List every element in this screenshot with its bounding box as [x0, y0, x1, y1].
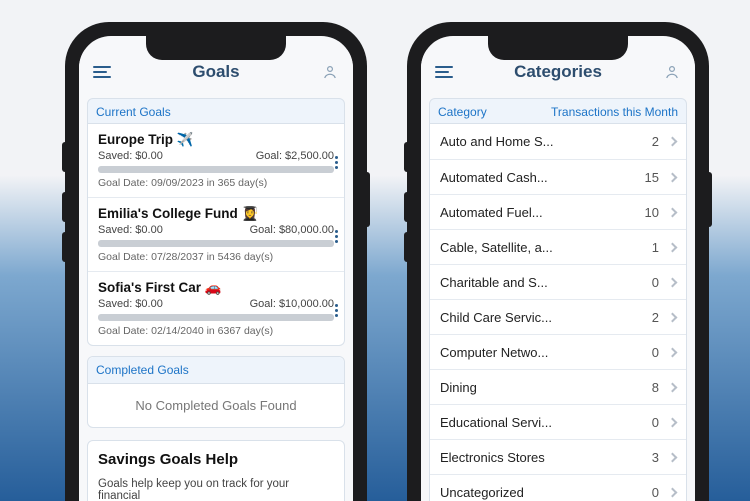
- chevron-right-icon: [668, 242, 678, 252]
- category-row[interactable]: Educational Servi... 0: [430, 404, 686, 439]
- completed-goals-header: Completed Goals: [88, 357, 344, 384]
- goal-target: Goal: $2,500.00: [256, 150, 334, 162]
- phone-categories: Categories Category Transactions this Mo…: [407, 22, 709, 501]
- category-count: 8: [652, 380, 659, 395]
- chevron-right-icon: [668, 487, 678, 497]
- goal-progress-bar: [98, 240, 334, 247]
- category-name: Cable, Satellite, a...: [440, 240, 652, 255]
- col-transactions: Transactions this Month: [551, 105, 678, 119]
- category-count: 1: [652, 240, 659, 255]
- category-count: 10: [645, 205, 659, 220]
- category-count: 0: [652, 345, 659, 360]
- category-row[interactable]: Automated Cash... 15: [430, 159, 686, 194]
- category-row[interactable]: Auto and Home S... 2: [430, 124, 686, 159]
- chevron-right-icon: [668, 207, 678, 217]
- help-card: Savings Goals Help Goals help keep you o…: [87, 440, 345, 501]
- phone-goals: Goals Current Goals Europe Trip ✈️ Saved…: [65, 22, 367, 501]
- category-name: Electronics Stores: [440, 450, 652, 465]
- category-row[interactable]: Automated Fuel... 10: [430, 194, 686, 229]
- content-goals: Current Goals Europe Trip ✈️ Saved: $0.0…: [79, 94, 353, 501]
- chevron-right-icon: [668, 382, 678, 392]
- chevron-right-icon: [668, 137, 678, 147]
- profile-icon[interactable]: [321, 63, 339, 81]
- goal-title: Europe Trip ✈️: [98, 132, 334, 148]
- category-name: Computer Netwo...: [440, 345, 652, 360]
- categories-list: Auto and Home S... 2 Automated Cash... 1…: [429, 124, 687, 501]
- goal-target: Goal: $80,000.00: [250, 224, 334, 236]
- goal-date: Goal Date: 07/28/2037 in 5436 day(s): [98, 251, 334, 263]
- screen-goals: Goals Current Goals Europe Trip ✈️ Saved…: [79, 36, 353, 501]
- goal-date: Goal Date: 02/14/2040 in 6367 day(s): [98, 325, 334, 337]
- chevron-right-icon: [668, 172, 678, 182]
- menu-icon[interactable]: [435, 66, 453, 78]
- category-name: Charitable and S...: [440, 275, 652, 290]
- category-name: Educational Servi...: [440, 415, 652, 430]
- category-row[interactable]: Dining 8: [430, 369, 686, 404]
- chevron-right-icon: [668, 417, 678, 427]
- category-name: Automated Cash...: [440, 170, 645, 185]
- notch: [488, 36, 628, 60]
- category-name: Child Care Servic...: [440, 310, 652, 325]
- goal-saved: Saved: $0.00: [98, 298, 163, 310]
- category-name: Uncategorized: [440, 485, 652, 500]
- category-row[interactable]: Electronics Stores 3: [430, 439, 686, 474]
- goal-item[interactable]: Sofia's First Car 🚗 Saved: $0.00 Goal: $…: [88, 271, 344, 345]
- category-count: 2: [652, 134, 659, 149]
- completed-goals-card: Completed Goals No Completed Goals Found: [87, 356, 345, 428]
- completed-goals-empty: No Completed Goals Found: [88, 384, 344, 427]
- notch: [146, 36, 286, 60]
- category-count: 0: [652, 485, 659, 500]
- goal-target: Goal: $10,000.00: [250, 298, 334, 310]
- goal-item[interactable]: Emilia's College Fund 👩‍🎓 Saved: $0.00 G…: [88, 197, 344, 271]
- chevron-right-icon: [668, 312, 678, 322]
- chevron-right-icon: [668, 347, 678, 357]
- menu-icon[interactable]: [93, 66, 111, 78]
- category-row[interactable]: Child Care Servic... 2: [430, 299, 686, 334]
- kebab-icon[interactable]: [331, 300, 342, 321]
- current-goals-header: Current Goals: [87, 98, 345, 124]
- category-count: 0: [652, 275, 659, 290]
- current-goals-list: Europe Trip ✈️ Saved: $0.00 Goal: $2,500…: [87, 124, 345, 346]
- category-count: 3: [652, 450, 659, 465]
- goal-title: Emilia's College Fund 👩‍🎓: [98, 206, 334, 222]
- category-row[interactable]: Computer Netwo... 0: [430, 334, 686, 369]
- goal-saved: Saved: $0.00: [98, 150, 163, 162]
- profile-icon[interactable]: [663, 63, 681, 81]
- kebab-icon[interactable]: [331, 152, 342, 173]
- chevron-right-icon: [668, 277, 678, 287]
- category-count: 2: [652, 310, 659, 325]
- content-categories: Category Transactions this Month Auto an…: [421, 94, 695, 501]
- goal-progress-bar: [98, 166, 334, 173]
- goal-saved: Saved: $0.00: [98, 224, 163, 236]
- category-count: 15: [645, 170, 659, 185]
- help-title: Savings Goals Help: [98, 451, 334, 468]
- category-row[interactable]: Uncategorized 0: [430, 474, 686, 501]
- kebab-icon[interactable]: [331, 226, 342, 247]
- category-count: 0: [652, 415, 659, 430]
- col-category: Category: [438, 105, 487, 119]
- goal-item[interactable]: Europe Trip ✈️ Saved: $0.00 Goal: $2,500…: [88, 124, 344, 197]
- chevron-right-icon: [668, 452, 678, 462]
- page-title: Categories: [514, 62, 602, 82]
- category-row[interactable]: Charitable and S... 0: [430, 264, 686, 299]
- goal-date: Goal Date: 09/09/2023 in 365 day(s): [98, 177, 334, 189]
- goal-title: Sofia's First Car 🚗: [98, 280, 334, 296]
- category-name: Auto and Home S...: [440, 134, 652, 149]
- page-title: Goals: [192, 62, 239, 82]
- screen-categories: Categories Category Transactions this Mo…: [421, 36, 695, 501]
- category-name: Dining: [440, 380, 652, 395]
- categories-header-row: Category Transactions this Month: [429, 98, 687, 124]
- category-row[interactable]: Cable, Satellite, a... 1: [430, 229, 686, 264]
- help-text: Goals help keep you on track for your fi…: [98, 478, 334, 501]
- goal-progress-bar: [98, 314, 334, 321]
- category-name: Automated Fuel...: [440, 205, 645, 220]
